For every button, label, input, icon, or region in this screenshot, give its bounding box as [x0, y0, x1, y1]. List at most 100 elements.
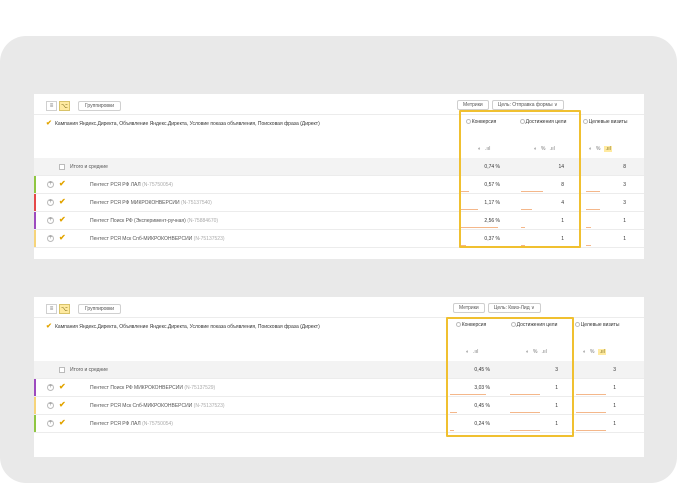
goal-select[interactable]: Цель: Отправка формы ∨: [491, 100, 564, 110]
expand-icon[interactable]: +: [47, 235, 54, 242]
row-checkbox[interactable]: ✔: [59, 383, 66, 391]
campaign-name: Пентест РСЯ Мск Спб-МИКРОКОНВЕРСИИ: [90, 236, 193, 242]
chart-toggle-icon[interactable]: ◐: [589, 146, 592, 152]
visits-bar: [586, 227, 591, 228]
row-color-marker: [34, 176, 36, 193]
totals-checkbox[interactable]: [59, 367, 65, 373]
campaign-name: Пентест Поиск РФ (Эксперимент-ручная): [90, 218, 186, 224]
row-checkbox[interactable]: ✔: [59, 216, 66, 224]
total-visits: 3: [613, 367, 616, 373]
expand-icon[interactable]: +: [47, 384, 54, 391]
tree-icon: ⌥: [61, 306, 68, 313]
list-icon: ≡: [49, 306, 54, 312]
dimension-header: Кампания Яндекс.Директа, Объявление Янде…: [55, 121, 320, 127]
screenshot-frame: ≡ ⌥ Группировки Метрики Цель: Отправка ф…: [0, 36, 677, 483]
row-color-marker: [34, 194, 36, 211]
campaign-id: (N-75137540): [180, 200, 212, 206]
row-label: Пентест РСЯ РФ ЛАЛ (N-75750054): [90, 182, 173, 188]
tree-view-button[interactable]: ⌥: [59, 101, 70, 111]
row-color-marker: [34, 230, 36, 247]
list-icon: ≡: [49, 103, 54, 109]
report-panel-2: ≡ ⌥ Группировки Метрики Цель: Квиз-Лид ∨…: [34, 297, 644, 457]
header-checkbox[interactable]: ✔: [46, 323, 53, 330]
report-panel-1: ≡ ⌥ Группировки Метрики Цель: Отправка ф…: [34, 94, 644, 259]
visits-bar: [576, 412, 606, 413]
column-subtools-3: ◐ % .ııl: [583, 349, 606, 355]
row-visits: 1: [613, 403, 616, 409]
expand-icon[interactable]: +: [47, 199, 54, 206]
row-checkbox[interactable]: ✔: [59, 419, 66, 427]
totals-checkbox[interactable]: [59, 164, 65, 170]
campaign-id: (N-75750054): [142, 182, 173, 188]
row-color-marker: [34, 379, 36, 396]
expand-icon[interactable]: +: [47, 217, 54, 224]
expand-icon[interactable]: +: [47, 420, 54, 427]
visits-bar: [576, 394, 606, 395]
column-label: Целевые визиты: [580, 322, 620, 328]
column-label: Целевые визиты: [588, 119, 628, 125]
chart-toggle-icon[interactable]: ◐: [583, 349, 586, 355]
percent-icon[interactable]: %: [590, 349, 594, 355]
metrics-button[interactable]: Метрики: [453, 303, 485, 313]
campaign-name: Пентест РСЯ Мск Спб-МИКРОКОНВЕРСИИ: [90, 403, 193, 409]
row-checkbox[interactable]: ✔: [59, 401, 66, 409]
row-label: Пентест РСЯ Мск Спб-МИКРОКОНВЕРСИИ (N-75…: [90, 236, 225, 242]
tree-view-button[interactable]: ⌥: [59, 304, 70, 314]
row-checkbox[interactable]: ✔: [59, 180, 66, 188]
groupings-button[interactable]: Группировки: [78, 101, 122, 111]
view-toolbar: ≡ ⌥ Группировки: [46, 100, 122, 112]
visits-bar: [586, 209, 600, 210]
column-visits[interactable]: Целевые визиты: [574, 322, 620, 328]
totals-label: Итого и средние: [70, 164, 108, 170]
row-color-marker: [34, 397, 36, 414]
row-label: Пентест РСЯ РФ МИКРОКОНВЕРСИИ (N-7513754…: [90, 200, 212, 206]
row-visits: 1: [623, 236, 626, 242]
campaign-id: (N-75137523): [193, 236, 225, 242]
visits-bar: [586, 191, 600, 192]
bars-icon[interactable]: .ııl: [598, 349, 606, 355]
visits-bar: [586, 245, 591, 246]
row-visits: 1: [613, 421, 616, 427]
campaign-name: Пентест РСЯ РФ МИКРОКОНВЕРСИИ: [90, 200, 180, 206]
campaign-name: Пентест РСЯ РФ ЛАЛ: [90, 182, 141, 188]
dimension-header: Кампания Яндекс.Директа, Объявление Янде…: [55, 324, 320, 330]
row-label: Пентест Поиск РФ (Эксперимент-ручная) (N…: [90, 218, 218, 224]
row-checkbox[interactable]: ✔: [59, 198, 66, 206]
metric-controls: Метрики Цель: Квиз-Лид ∨: [453, 303, 541, 315]
row-visits: 1: [623, 218, 626, 224]
bars-icon[interactable]: .ııl: [604, 146, 612, 152]
list-view-button[interactable]: ≡: [46, 304, 57, 314]
view-toolbar: ≡ ⌥ Группировки: [46, 303, 122, 315]
percent-icon[interactable]: %: [596, 146, 600, 152]
highlight-frame: [446, 317, 574, 437]
totals-label: Итого и средние: [70, 367, 108, 373]
column-visits[interactable]: Целевые визиты: [582, 119, 628, 125]
campaign-id: (N-75137523): [193, 403, 225, 409]
campaign-id: (N-75750054): [142, 421, 173, 427]
campaign-id: (N-75884670): [187, 218, 219, 224]
expand-icon[interactable]: +: [47, 402, 54, 409]
row-checkbox[interactable]: ✔: [59, 234, 66, 242]
row-label: Пентест РСЯ Мск Спб-МИКРОКОНВЕРСИИ (N-75…: [90, 403, 225, 409]
row-color-marker: [34, 212, 36, 229]
row-visits: 3: [623, 182, 626, 188]
row-label: Пентест Поиск РФ МИКРОКОНВЕРСИИ (N-75137…: [90, 385, 215, 391]
row-label: Пентест РСЯ РФ ЛАЛ (N-75750054): [90, 421, 173, 427]
groupings-button[interactable]: Группировки: [78, 304, 122, 314]
tree-icon: ⌥: [61, 103, 68, 110]
expand-icon[interactable]: +: [47, 181, 54, 188]
row-visits: 1: [613, 385, 616, 391]
column-subtools-3: ◐ % .ııl: [589, 146, 612, 152]
goal-select[interactable]: Цель: Квиз-Лид ∨: [487, 303, 541, 313]
campaign-id: (N-75137529): [184, 385, 216, 391]
campaign-name: Пентест Поиск РФ МИКРОКОНВЕРСИИ: [90, 385, 183, 391]
campaign-name: Пентест РСЯ РФ ЛАЛ: [90, 421, 141, 427]
metrics-button[interactable]: Метрики: [457, 100, 489, 110]
row-visits: 3: [623, 200, 626, 206]
radio-icon: [582, 119, 588, 125]
visits-bar: [576, 430, 606, 431]
highlight-frame: [459, 110, 581, 248]
header-checkbox[interactable]: ✔: [46, 120, 53, 127]
radio-icon: [574, 322, 580, 328]
list-view-button[interactable]: ≡: [46, 101, 57, 111]
